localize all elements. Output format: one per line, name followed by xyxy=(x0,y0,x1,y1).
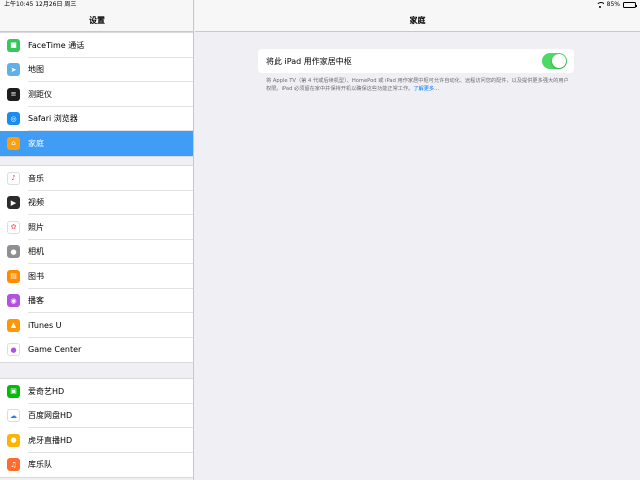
sidebar-item-label: FaceTime 通话 xyxy=(28,40,85,50)
sidebar-item[interactable]: ● 虎牙直播HD xyxy=(0,428,193,453)
sidebar-item-label: 照片 xyxy=(28,222,44,232)
garageband-icon: ♫ xyxy=(7,458,20,472)
home-hub-row: 将此 iPad 用作家居中枢 xyxy=(258,49,574,73)
sidebar-item-label: 测距仪 xyxy=(28,89,52,99)
battery-percent: 85% xyxy=(606,1,620,8)
learn-more-link[interactable]: 了解更多… xyxy=(413,86,439,92)
sidebar-item[interactable]: ♪ 音乐 xyxy=(0,166,193,191)
toggle-knob xyxy=(552,54,566,68)
home-icon: ⌂ xyxy=(7,136,20,150)
status-right: 85% xyxy=(595,0,637,10)
sidebar-item[interactable]: ✿ 照片 xyxy=(0,215,193,240)
wifi-icon xyxy=(595,1,604,9)
home-hub-label: 将此 iPad 用作家居中枢 xyxy=(266,56,352,66)
sidebar-item-label: 相机 xyxy=(28,247,44,257)
sidebar-item[interactable]: ☁ 百度网盘HD xyxy=(0,404,193,428)
sidebar-item[interactable]: ● Game Center xyxy=(0,338,193,363)
sidebar-item[interactable]: ♫ 库乐队 xyxy=(0,453,193,478)
sidebar-item[interactable]: ➤ 地图 xyxy=(0,58,193,82)
sidebar-item[interactable]: ▲ iTunes U xyxy=(0,313,193,338)
sidebar-item-label: iTunes U xyxy=(28,320,62,330)
sidebar-item[interactable]: ▣ 爱奇艺HD xyxy=(0,379,193,404)
sidebar-item[interactable]: ◎ Safari 浏览器 xyxy=(0,107,193,131)
books-icon: ▤ xyxy=(7,269,20,283)
sidebar-item-label: Safari 浏览器 xyxy=(28,114,78,124)
status-bar: 上午10:45 12月26日 周三 85% xyxy=(0,0,640,10)
sidebar-item-label: 图书 xyxy=(28,271,44,281)
facetime-icon: ■ xyxy=(7,38,20,52)
videos-icon: ▶ xyxy=(7,196,20,210)
sidebar-item[interactable]: ● 相机 xyxy=(0,240,193,264)
measure-icon: ≡ xyxy=(7,87,20,101)
sidebar-group: ♪ 音乐 ▶ 视频 ✿ 照片 ● 相机 ▤ 图书 ◉ 播客 ▲ iTunes U ● Game Center xyxy=(0,165,193,363)
podcasts-icon: ◉ xyxy=(7,294,20,308)
sidebar-item-label: 视频 xyxy=(28,198,44,208)
huya-icon: ● xyxy=(7,433,20,447)
sidebar-item-label: 地图 xyxy=(28,65,44,75)
baidu-netdisk-icon: ☁ xyxy=(7,409,20,423)
camera-icon: ● xyxy=(7,245,20,259)
sidebar-item[interactable]: ⌂ 家庭 xyxy=(0,131,193,156)
sidebar-item-label: 家庭 xyxy=(28,138,44,148)
home-hub-footnote: 将 Apple TV（第 4 代或后续机型）、HomePod 或 iPad 用作… xyxy=(266,77,570,93)
sidebar-item[interactable]: ▶ 视频 xyxy=(0,191,193,215)
battery-icon xyxy=(623,2,637,8)
sidebar-item[interactable]: ◉ 播客 xyxy=(0,289,193,313)
sidebar-group: ■ FaceTime 通话 ➤ 地图 ≡ 测距仪 ◎ Safari 浏览器 ⌂ 家庭 xyxy=(0,32,193,157)
sidebar-item[interactable]: ■ FaceTime 通话 xyxy=(0,33,193,58)
sidebar-title: 设置 xyxy=(89,16,105,25)
safari-icon: ◎ xyxy=(7,112,20,126)
sidebar-item-label: 百度网盘HD xyxy=(28,411,73,421)
sidebar-item-label: 播客 xyxy=(28,296,44,306)
sidebar-item-label: Game Center xyxy=(28,345,82,355)
sidebar-item-label: 音乐 xyxy=(28,173,44,183)
sidebar-item-label: 虎牙直播HD xyxy=(28,435,73,445)
sidebar-item-label: 库乐队 xyxy=(28,460,52,470)
status-time-date: 上午10:45 12月26日 周三 xyxy=(4,1,77,8)
maps-icon: ➤ xyxy=(7,63,20,77)
iqiyi-icon: ▣ xyxy=(7,384,20,398)
game-center-icon: ● xyxy=(7,343,20,357)
itunes-u-icon: ▲ xyxy=(7,318,20,332)
sidebar-item-label: 爱奇艺HD xyxy=(28,386,65,396)
music-icon: ♪ xyxy=(7,171,20,185)
settings-sidebar: 设置 ■ FaceTime 通话 ➤ 地图 ≡ 测距仪 ◎ Safari 浏览器 ⌂ 家庭 ♪ 音乐 ▶… xyxy=(0,0,194,480)
home-hub-toggle[interactable] xyxy=(542,53,567,69)
home-detail-pane: 家庭 将此 iPad 用作家居中枢 将 Apple TV（第 4 代或后续机型）… xyxy=(195,0,640,480)
sidebar-item[interactable]: ▤ 图书 xyxy=(0,264,193,289)
photos-icon: ✿ xyxy=(7,220,20,234)
sidebar-group: ▣ 爱奇艺HD ☁ 百度网盘HD ● 虎牙直播HD ♫ 库乐队 xyxy=(0,378,193,478)
sidebar-item[interactable]: ≡ 测距仪 xyxy=(0,82,193,107)
detail-title: 家庭 xyxy=(409,16,426,25)
